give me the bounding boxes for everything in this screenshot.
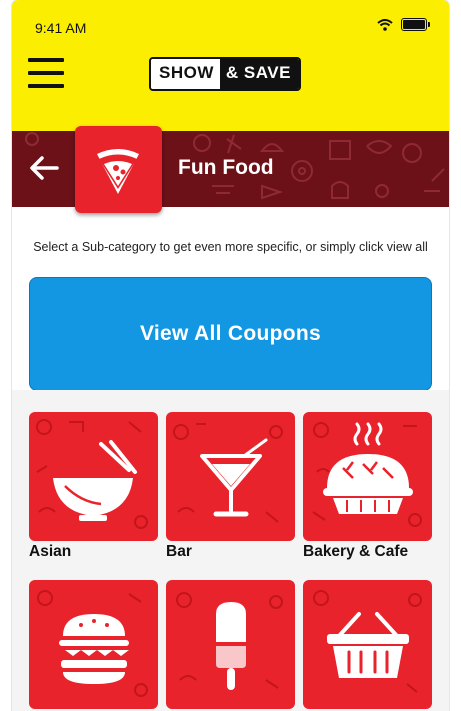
basket-icon: [313, 590, 422, 693]
subcategory-tile-asian[interactable]: [29, 412, 158, 541]
logo-text-save: & SAVE: [219, 59, 299, 89]
subcategory-tile-bar[interactable]: [166, 412, 295, 541]
wifi-icon: [377, 18, 393, 31]
subcategory-label-bar: Bar: [166, 543, 192, 560]
battery-icon: [401, 18, 430, 31]
popsicle-icon: [176, 592, 283, 690]
hamburger-menu-icon[interactable]: [28, 58, 64, 88]
burger-icon: [37, 590, 148, 697]
category-title: Fun Food: [178, 156, 274, 179]
subcategory-tile-bakery-cafe[interactable]: [303, 412, 432, 541]
subcategory-tile-burger[interactable]: [29, 580, 158, 709]
pizza-slice-icon: [97, 149, 139, 194]
show-and-save-logo: SHOW & SAVE: [149, 57, 301, 91]
subcategory-tile-desserts[interactable]: [166, 580, 295, 709]
app-screen: 9:41 AM SHOW & SAVE Fun Food Select a Su…: [12, 0, 449, 711]
status-icons: [377, 18, 430, 31]
cocktail-glass-icon: [173, 423, 283, 523]
view-all-coupons-button[interactable]: View All Coupons: [29, 277, 432, 391]
back-arrow-icon[interactable]: [27, 151, 61, 185]
subcategory-tile-grocery[interactable]: [303, 580, 432, 709]
app-header: 9:41 AM SHOW & SAVE: [12, 0, 449, 131]
status-time: 9:41 AM: [35, 20, 87, 36]
logo-text-show: SHOW: [151, 59, 220, 89]
fun-food-category-tile: [75, 126, 162, 213]
subcategory-label-asian: Asian: [29, 543, 72, 560]
pie-icon: [312, 422, 422, 527]
instruction-text: Select a Sub-category to get even more s…: [33, 240, 428, 254]
noodle-bowl-icon: [36, 419, 148, 529]
category-banner: Fun Food: [12, 126, 449, 213]
subcategory-label-bakery-cafe: Bakery & Cafe: [303, 543, 409, 560]
